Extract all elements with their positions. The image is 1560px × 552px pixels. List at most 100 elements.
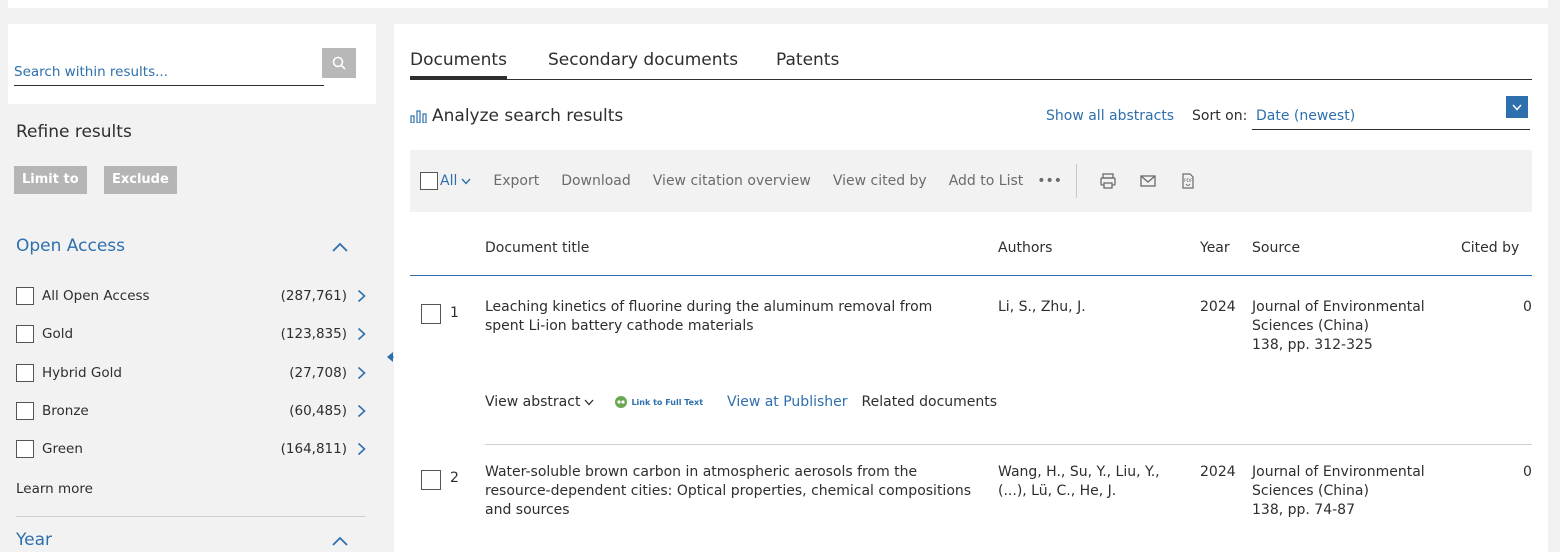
related-documents-link[interactable]: Related documents bbox=[862, 394, 998, 410]
col-header-source[interactable]: Source bbox=[1252, 240, 1300, 256]
download-button[interactable]: Download bbox=[561, 173, 631, 189]
sort-value: Date (newest) bbox=[1256, 108, 1356, 124]
select-all-control[interactable]: All bbox=[420, 172, 471, 190]
open-access-heading[interactable]: Open Access bbox=[16, 236, 125, 256]
title-line: Water-soluble brown carbon in atmospheri… bbox=[485, 464, 918, 480]
source-line: Sciences (China) bbox=[1252, 483, 1369, 499]
document-title-link[interactable]: Water-soluble brown carbon in atmospheri… bbox=[485, 463, 985, 520]
analyze-search-results-link[interactable]: Analyze search results bbox=[410, 106, 623, 126]
search-button[interactable] bbox=[322, 48, 356, 78]
chevron-up-icon[interactable] bbox=[332, 242, 348, 252]
oa-item-count: (123,835) bbox=[280, 326, 347, 342]
source-line: Journal of Environmental bbox=[1252, 464, 1425, 480]
row-actions: View abstract Link to Full Text View at … bbox=[485, 394, 997, 410]
authors-line: Wang, H., Su, Y., Liu, Y., bbox=[998, 464, 1160, 480]
title-line: spent Li-ion battery cathode materials bbox=[485, 318, 754, 334]
oa-item-bronze[interactable]: Bronze (60,485) bbox=[16, 400, 366, 422]
top-band bbox=[8, 0, 1548, 8]
source-line: Sciences (China) bbox=[1252, 318, 1369, 334]
title-line: resource-dependent cities: Optical prope… bbox=[485, 483, 972, 499]
checkbox[interactable] bbox=[16, 325, 34, 343]
tab-documents[interactable]: Documents bbox=[410, 50, 507, 79]
year-heading[interactable]: Year bbox=[16, 530, 52, 550]
title-line: and sources bbox=[485, 502, 570, 518]
chevron-right-icon[interactable] bbox=[357, 442, 366, 456]
learn-more-link[interactable]: Learn more bbox=[16, 481, 93, 497]
tab-patents[interactable]: Patents bbox=[776, 50, 839, 70]
row-divider bbox=[485, 444, 1532, 445]
row-number: 1 bbox=[450, 305, 459, 321]
oa-item-green[interactable]: Green (164,811) bbox=[16, 438, 366, 460]
add-to-list-button[interactable]: Add to List bbox=[949, 173, 1024, 189]
more-options-button[interactable]: ••• bbox=[1037, 173, 1062, 189]
chevron-up-icon[interactable] bbox=[332, 536, 348, 546]
oa-item-label: Hybrid Gold bbox=[42, 365, 122, 381]
sort-label: Sort on: bbox=[1192, 108, 1248, 124]
oa-item-count: (287,761) bbox=[280, 288, 347, 304]
document-title-link[interactable]: Leaching kinetics of fluorine during the… bbox=[485, 298, 985, 336]
select-all-label: All bbox=[440, 173, 458, 189]
authors-line: Li, S., Zhu, J. bbox=[998, 299, 1086, 315]
oa-item-hybrid-gold[interactable]: Hybrid Gold (27,708) bbox=[16, 362, 366, 384]
view-abstract-toggle[interactable]: View abstract bbox=[485, 394, 594, 410]
chevron-right-icon[interactable] bbox=[357, 289, 366, 303]
print-icon[interactable] bbox=[1099, 172, 1117, 190]
chevron-right-icon[interactable] bbox=[357, 404, 366, 418]
view-at-publisher-link[interactable]: View at Publisher bbox=[727, 394, 847, 410]
cited-by-count: 0 bbox=[1523, 464, 1532, 480]
year-cell: 2024 bbox=[1200, 464, 1236, 480]
oa-item-all[interactable]: All Open Access (287,761) bbox=[16, 285, 366, 307]
tab-secondary-documents[interactable]: Secondary documents bbox=[548, 50, 738, 70]
select-all-checkbox[interactable] bbox=[420, 172, 438, 190]
view-abstract-label: View abstract bbox=[485, 394, 581, 410]
col-header-year[interactable]: Year bbox=[1200, 240, 1230, 256]
chevron-down-icon bbox=[584, 399, 594, 405]
link-to-full-text-label: Link to Full Text bbox=[631, 397, 704, 407]
checkbox[interactable] bbox=[16, 287, 34, 305]
chevron-down-icon bbox=[461, 178, 471, 185]
chevron-right-icon[interactable] bbox=[357, 366, 366, 380]
oa-item-label: All Open Access bbox=[42, 288, 150, 304]
refine-results-heading: Refine results bbox=[16, 122, 132, 142]
limit-to-button[interactable]: Limit to bbox=[14, 166, 87, 194]
search-within-input[interactable] bbox=[14, 58, 324, 86]
oa-item-count: (60,485) bbox=[289, 403, 347, 419]
chevron-down-icon bbox=[1512, 104, 1522, 111]
authors-cell: Li, S., Zhu, J. bbox=[998, 298, 1188, 317]
oa-item-label: Green bbox=[42, 441, 83, 457]
full-text-badge-icon bbox=[615, 396, 628, 408]
col-header-cited-by[interactable]: Cited by bbox=[1461, 240, 1519, 256]
chevron-right-icon[interactable] bbox=[357, 327, 366, 341]
export-button[interactable]: Export bbox=[493, 173, 539, 189]
link-to-full-text-button[interactable]: Link to Full Text bbox=[614, 395, 703, 409]
source-line: 138, pp. 312-325 bbox=[1252, 337, 1373, 353]
year-cell: 2024 bbox=[1200, 299, 1236, 315]
sort-select[interactable]: Date (newest) bbox=[1252, 96, 1530, 130]
row-checkbox[interactable] bbox=[421, 304, 441, 324]
checkbox[interactable] bbox=[16, 402, 34, 420]
view-citation-overview-button[interactable]: View citation overview bbox=[653, 173, 811, 189]
col-header-authors[interactable]: Authors bbox=[998, 240, 1052, 256]
view-cited-by-button[interactable]: View cited by bbox=[833, 173, 927, 189]
header-rule bbox=[410, 275, 1532, 276]
oa-item-label: Bronze bbox=[42, 403, 89, 419]
show-all-abstracts-link[interactable]: Show all abstracts bbox=[1046, 108, 1174, 124]
oa-item-count: (27,708) bbox=[289, 365, 347, 381]
source-line: 138, pp. 74-87 bbox=[1252, 502, 1355, 518]
row-checkbox[interactable] bbox=[421, 470, 441, 490]
oa-item-label: Gold bbox=[42, 326, 74, 342]
search-within-box bbox=[8, 24, 376, 104]
result-tabs: Documents Secondary documents Patents bbox=[410, 46, 1532, 80]
oa-item-gold[interactable]: Gold (123,835) bbox=[16, 323, 366, 345]
pdf-icon[interactable]: PDF bbox=[1179, 172, 1197, 190]
email-icon[interactable] bbox=[1139, 172, 1157, 190]
row-number: 2 bbox=[450, 470, 459, 486]
results-toolbar: All Export Download View citation overvi… bbox=[410, 150, 1532, 212]
exclude-button[interactable]: Exclude bbox=[104, 166, 177, 194]
authors-cell: Wang, H., Su, Y., Liu, Y., (...), Lü, C.… bbox=[998, 463, 1188, 501]
col-header-title[interactable]: Document title bbox=[485, 240, 589, 256]
checkbox[interactable] bbox=[16, 364, 34, 382]
oa-item-count: (164,811) bbox=[280, 441, 347, 457]
sort-dropdown-button[interactable] bbox=[1506, 96, 1528, 118]
checkbox[interactable] bbox=[16, 440, 34, 458]
